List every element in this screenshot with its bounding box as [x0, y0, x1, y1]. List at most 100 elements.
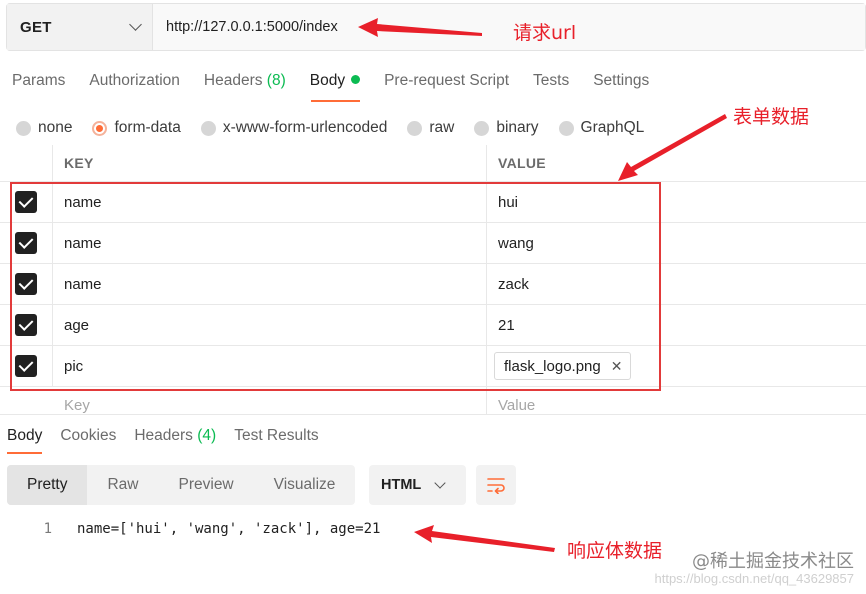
key-cell[interactable]: name: [53, 182, 487, 222]
wrap-lines-icon: [487, 478, 505, 494]
tab-label: Params: [12, 72, 66, 89]
method-select[interactable]: GET: [7, 4, 153, 50]
key-column-header: KEY: [53, 145, 487, 181]
table-row: age 21: [0, 304, 866, 345]
watermark: @稀土掘金技术社区 https://blog.csdn.net/qq_43629…: [655, 547, 855, 586]
radio-icon: [558, 120, 574, 136]
row-checkbox[interactable]: [15, 355, 37, 377]
tab-label: Headers: [134, 427, 193, 444]
view-raw-button[interactable]: Raw: [87, 465, 158, 505]
response-code-line: 1 name=['hui', 'wang', 'zack'], age=21: [0, 515, 381, 543]
url-input[interactable]: http://127.0.0.1:5000/index: [153, 4, 865, 50]
table-cell: [0, 305, 53, 345]
radio-label: binary: [496, 119, 539, 136]
tab-tests[interactable]: Tests: [521, 60, 581, 102]
value-column-header: VALUE: [498, 155, 546, 171]
wrap-lines-button[interactable]: [476, 465, 516, 505]
value-cell[interactable]: zack: [487, 264, 866, 304]
tab-response-body[interactable]: Body: [0, 420, 49, 454]
radio-icon: [16, 120, 31, 136]
radio-label: GraphQL: [580, 119, 645, 136]
table-header-cell: [0, 145, 53, 181]
response-arrow: [414, 525, 555, 552]
tab-headers[interactable]: Headers (8): [192, 60, 298, 102]
tab-authorization[interactable]: Authorization: [77, 60, 191, 102]
tab-test-results[interactable]: Test Results: [227, 420, 325, 454]
view-pretty-button[interactable]: Pretty: [7, 465, 88, 505]
radio-raw[interactable]: raw: [407, 119, 454, 137]
language-select[interactable]: HTML: [369, 465, 466, 505]
modified-dot-icon: [351, 75, 361, 84]
view-visualize-button[interactable]: Visualize: [254, 465, 356, 505]
radio-icon: [474, 120, 490, 136]
tab-label: Headers: [203, 72, 263, 89]
radio-x-www-form-urlencoded[interactable]: x-www-form-urlencoded: [200, 119, 388, 137]
table-row: pic flask_logo.png ✕: [0, 345, 866, 386]
response-view-modes: Pretty Raw Preview Visualize: [7, 465, 356, 505]
radio-label: x-www-form-urlencoded: [222, 119, 388, 136]
row-checkbox[interactable]: [15, 314, 37, 336]
tab-settings[interactable]: Settings: [581, 60, 661, 102]
table-row-new: Key Value: [0, 386, 866, 415]
radio-none[interactable]: none: [16, 119, 72, 137]
tab-label: Tests: [533, 72, 570, 89]
radio-label: raw: [429, 119, 455, 136]
line-number: 1: [43, 521, 52, 537]
watermark-secondary: https://blog.csdn.net/qq_43629857: [654, 571, 855, 586]
radio-graphql[interactable]: GraphQL: [558, 119, 645, 137]
tab-body[interactable]: Body: [298, 60, 372, 102]
code-text: name=['hui', 'wang', 'zack'], age=21: [77, 521, 381, 537]
radio-binary[interactable]: binary: [474, 119, 539, 137]
tab-label: Pre-request Script: [384, 72, 510, 89]
tab-pre-request-script[interactable]: Pre-request Script: [372, 60, 521, 102]
tab-label: Test Results: [234, 427, 319, 444]
method-label: GET: [20, 18, 52, 36]
key-cell[interactable]: pic: [53, 346, 487, 386]
key-cell[interactable]: name: [53, 264, 487, 304]
value-cell[interactable]: hui: [487, 182, 866, 222]
radio-icon: [407, 120, 423, 136]
file-chip[interactable]: flask_logo.png ✕: [494, 352, 632, 380]
tab-cookies[interactable]: Cookies: [53, 420, 123, 454]
table-cell: [0, 182, 53, 222]
table-row: name wang: [0, 222, 866, 263]
key-cell[interactable]: age: [53, 305, 487, 345]
table-header-row: KEY VALUE: [0, 145, 866, 181]
file-name: flask_logo.png: [504, 357, 601, 375]
table-cell: [0, 346, 53, 386]
row-checkbox[interactable]: [15, 191, 37, 213]
row-checkbox[interactable]: [15, 232, 37, 254]
headers-count: (8): [266, 72, 286, 89]
new-value-input[interactable]: Value: [487, 387, 866, 414]
tab-label: Body: [7, 427, 43, 444]
request-tabs: Params Authorization Headers (8) Body Pr…: [0, 60, 866, 102]
request-url-bar: GET http://127.0.0.1:5000/index: [6, 3, 866, 51]
chevron-down-icon: [434, 476, 446, 489]
value-cell[interactable]: 21: [487, 305, 866, 345]
body-type-radios: none form-data x-www-form-urlencoded raw…: [16, 112, 664, 144]
view-preview-button[interactable]: Preview: [159, 465, 254, 505]
url-annotation: 请求url: [513, 22, 577, 44]
form-data-table: KEY VALUE name hui name wang name zack a…: [0, 145, 866, 415]
new-key-input[interactable]: Key: [53, 387, 487, 414]
language-label: HTML: [381, 477, 422, 493]
watermark-primary: @稀土掘金技术社区: [692, 551, 854, 572]
radio-label: form-data: [114, 119, 181, 136]
radio-checked-icon: [92, 120, 108, 136]
form-annotation: 表单数据: [733, 106, 810, 128]
tab-response-headers[interactable]: Headers (4): [127, 420, 223, 454]
tab-params[interactable]: Params: [0, 60, 77, 102]
table-row: name hui: [0, 181, 866, 222]
value-cell: flask_logo.png ✕: [487, 346, 866, 386]
row-checkbox[interactable]: [15, 273, 37, 295]
key-cell[interactable]: name: [53, 223, 487, 263]
close-icon[interactable]: ✕: [611, 359, 623, 373]
table-cell: [0, 264, 53, 304]
table-row: name zack: [0, 263, 866, 304]
tab-label: Body: [309, 72, 346, 89]
radio-label: none: [38, 119, 73, 136]
radio-form-data[interactable]: form-data: [92, 119, 181, 137]
value-cell[interactable]: wang: [487, 223, 866, 263]
table-cell: [0, 223, 53, 263]
response-tabs: Body Cookies Headers (4) Test Results: [0, 420, 330, 454]
